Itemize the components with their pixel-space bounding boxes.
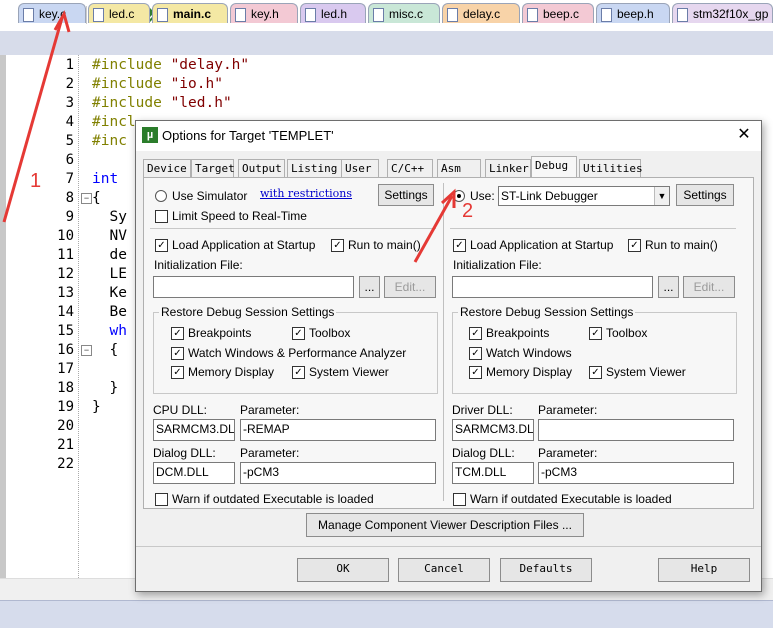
annotation-arrows: [2, 10, 456, 263]
annotation-arrow-2: [413, 195, 454, 263]
annotation-label-2: 2: [462, 200, 474, 222]
annotation-label-1: 1: [30, 170, 42, 192]
